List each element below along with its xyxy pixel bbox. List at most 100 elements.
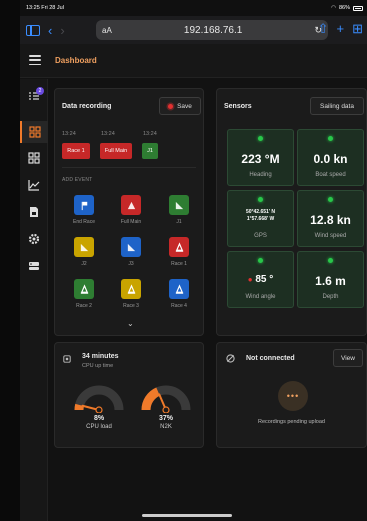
status-date: Fri 28 Jul <box>41 5 64 11</box>
event-j2-button[interactable] <box>74 237 94 257</box>
sensor-value: 1.6 m <box>315 274 346 288</box>
sensor-depth[interactable]: 1.6 m Depth <box>297 251 364 308</box>
tabs-overview-icon[interactable]: ⊞ <box>352 22 363 35</box>
event-race-3-button[interactable] <box>121 279 141 299</box>
sensor-gps[interactable]: 50°42.651' N 1°57.668' W GPS <box>227 190 294 247</box>
status-led <box>258 136 263 141</box>
sensor-label: Wind angle <box>245 294 276 300</box>
n2k-value: 37% <box>158 415 173 422</box>
sensor-value: 50°42.651' N 1°57.668' W <box>228 209 293 223</box>
event-label: Race 3 <box>123 303 139 309</box>
sensors-title: Sensors <box>224 103 252 110</box>
recent-time: 13:24 <box>101 131 115 137</box>
sensor-wind-angle[interactable]: ● 85 ° Wind angle <box>227 251 294 308</box>
grid-icon <box>28 152 40 164</box>
pending-upload-label: Recordings pending upload <box>258 419 325 425</box>
jib-icon <box>80 243 88 251</box>
gauge-fill <box>141 387 161 411</box>
side-nav: 2 <box>20 79 48 521</box>
save-button[interactable]: Save <box>159 97 201 115</box>
gear-icon <box>28 233 40 245</box>
gps-latitude: 50°42.651' N <box>245 209 276 215</box>
recent-event-chip[interactable]: Race 1 <box>62 143 90 159</box>
home-indicator <box>142 514 232 517</box>
sensor-value: ● 85 ° <box>228 274 293 285</box>
n2k-label: N2K <box>160 424 172 430</box>
sensor-wind-speed[interactable]: 12.8 kn Wind speed <box>297 190 364 247</box>
chevron-down-icon[interactable]: ⌄ <box>127 319 134 328</box>
sensor-boat-speed[interactable]: 0.0 kn Boat speed <box>297 129 364 186</box>
event-label: J3 <box>128 261 134 267</box>
device-icon <box>29 262 39 270</box>
nav-dashboard[interactable] <box>20 121 48 143</box>
event-label: End Race <box>73 219 95 225</box>
cpu-load-gauge <box>74 385 124 413</box>
sensor-heading[interactable]: 223 °M Heading <box>227 129 294 186</box>
nav-events[interactable]: 2 <box>20 85 48 107</box>
status-bar: 13:25 Fri 28 Jul ◠ 86% <box>26 3 363 13</box>
wifi-icon: ◠ <box>331 5 336 11</box>
jib-icon <box>127 243 135 251</box>
status-led <box>328 258 333 263</box>
event-label: Race 2 <box>76 303 92 309</box>
dashboard-icon <box>29 126 41 138</box>
event-label: Race 1 <box>171 261 187 267</box>
cpu-load-value: 8% <box>93 415 105 422</box>
forward-icon[interactable]: › <box>60 24 64 37</box>
event-label: J1 <box>176 219 182 225</box>
browser-sidebar-icon[interactable] <box>26 24 40 36</box>
sensor-label: Wind speed <box>314 233 347 239</box>
nav-files[interactable] <box>20 201 48 223</box>
sailing-data-button[interactable]: Sailing data <box>310 97 364 115</box>
sensor-label: GPS <box>254 233 267 239</box>
file-icon <box>30 207 38 217</box>
recent-event-chip[interactable]: Full Main <box>100 143 132 159</box>
event-race-4-button[interactable] <box>169 279 189 299</box>
nav-charts[interactable] <box>20 174 48 196</box>
recent-event-chip[interactable]: J1 <box>142 143 158 159</box>
jib-icon <box>175 201 183 209</box>
address-bar[interactable]: aA 192.168.76.1 ↻ <box>96 20 328 40</box>
recent-time: 13:24 <box>62 131 76 137</box>
battery-icon <box>353 5 363 11</box>
back-icon[interactable]: ‹ <box>48 24 52 37</box>
connection-status: Not connected <box>246 355 295 362</box>
event-race-1-button[interactable] <box>169 237 189 257</box>
app-root: Dashboard 2 Data recording Save 13:24 13… <box>20 44 367 521</box>
notification-badge: 2 <box>36 87 44 95</box>
sensor-value: 223 °M <box>241 152 280 166</box>
upload-card: Not connected View ••• Recordings pendin… <box>216 342 367 448</box>
flag-icon <box>81 201 87 210</box>
cpu-load-label: CPU load <box>86 424 112 430</box>
app-header: Dashboard <box>20 44 367 78</box>
sensor-value: 0.0 kn <box>313 152 348 166</box>
event-label: J2 <box>81 261 87 267</box>
sensors-card: Sensors Sailing data 223 °M Heading 0.0 … <box>216 88 367 336</box>
event-j1-button[interactable] <box>169 195 189 215</box>
sail-icon <box>127 201 135 209</box>
tablet-screen: 13:25 Fri 28 Jul ◠ 86% ‹ › aA 192.168.76… <box>20 0 367 521</box>
nav-settings[interactable] <box>20 228 48 250</box>
more-icon: ••• <box>278 381 308 411</box>
gauge-fill <box>74 403 85 411</box>
gps-longitude: 1°57.668' W <box>246 216 275 222</box>
page-title: Dashboard <box>55 56 97 65</box>
wind-angle-value: 85 ° <box>255 274 274 285</box>
event-j3-button[interactable] <box>121 237 141 257</box>
event-full-main-button[interactable] <box>121 195 141 215</box>
text-size-button[interactable]: aA <box>102 26 112 35</box>
uptime-label: CPU up time <box>82 363 114 369</box>
event-race-2-button[interactable] <box>74 279 94 299</box>
record-icon <box>168 103 174 109</box>
new-tab-icon[interactable]: + <box>337 22 345 35</box>
status-led <box>258 197 263 202</box>
event-end-race-button[interactable] <box>74 195 94 215</box>
sensor-label: Depth <box>322 294 339 300</box>
menu-icon[interactable] <box>29 55 41 65</box>
nav-grid[interactable] <box>20 147 48 169</box>
view-button[interactable]: View <box>333 349 363 367</box>
divider <box>62 167 196 168</box>
share-icon[interactable]: ⇧ <box>318 22 329 35</box>
status-time: 13:25 <box>26 5 40 11</box>
nav-device[interactable] <box>20 255 48 277</box>
